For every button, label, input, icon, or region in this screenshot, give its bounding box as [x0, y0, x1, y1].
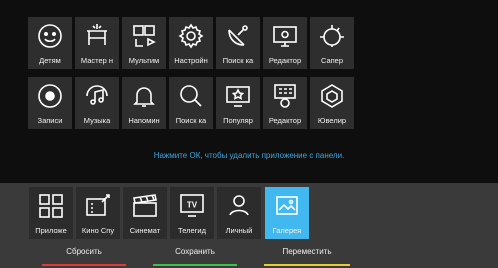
tv-guide-icon: TV — [180, 194, 204, 217]
panel-label: Синемат — [129, 226, 161, 235]
move-button[interactable]: Переместить — [264, 247, 350, 267]
app-tile-search[interactable]: Поиск ка — [169, 77, 213, 129]
app-tile-settings[interactable]: Настройн — [169, 17, 213, 69]
music-icon — [86, 85, 108, 105]
editor-grid-icon — [274, 84, 296, 108]
panel-label: Телегид — [178, 226, 206, 235]
app-tile-master[interactable]: Мастер н — [75, 17, 119, 69]
red-key-indicator — [42, 264, 126, 266]
save-button-label: Сохранить — [175, 247, 215, 256]
reset-button-label: Сбросить — [66, 247, 102, 256]
app-label: Редактор — [268, 56, 302, 65]
panel-label: Кино Спу — [81, 226, 115, 235]
app-label: Записи — [37, 116, 63, 125]
app-tile-records[interactable]: Записи — [28, 77, 72, 129]
panel-tile-tv-guide[interactable]: TV Телегид — [170, 187, 214, 239]
popular-icon — [226, 86, 250, 107]
kids-icon — [38, 24, 62, 48]
app-label: Поиск ка — [175, 116, 207, 125]
app-tile-multimedia[interactable]: Мультим — [122, 17, 166, 69]
app-label: Ювелир — [317, 116, 347, 125]
app-tile-minesweeper[interactable]: Сапер — [310, 17, 354, 69]
app-label: Редактор — [268, 116, 302, 125]
apps-area: Детям Мастер н Мультим Настройн Поиск ка… — [0, 0, 498, 183]
master-icon — [87, 24, 107, 45]
yellow-key-indicator — [264, 264, 350, 266]
panel-label: Личный — [225, 226, 253, 235]
app-tile-satellite-search[interactable]: Поиск ка — [216, 17, 260, 69]
panel-label: Галерея — [272, 226, 302, 235]
favorites-panel: Приложе Кино Спу Синемат TV Телегид Личн… — [0, 183, 498, 268]
bell-icon — [133, 87, 155, 107]
hint-text: Нажмите ОК, чтобы удалить приложение с п… — [153, 151, 345, 160]
minesweeper-icon — [320, 25, 344, 47]
panel-tile-cinematheque[interactable]: Синемат — [123, 187, 167, 239]
app-label: Популяр — [223, 116, 253, 125]
record-icon — [38, 84, 62, 108]
app-tile-kids[interactable]: Детям — [28, 17, 72, 69]
app-label: Детям — [39, 56, 61, 65]
app-label: Сапер — [320, 56, 344, 65]
svg-text:TV: TV — [187, 201, 198, 210]
panel-label: Приложе — [35, 226, 67, 235]
editor-tv-icon — [273, 26, 297, 47]
gallery-icon — [276, 196, 298, 215]
save-button[interactable]: Сохранить — [153, 247, 237, 267]
clapperboard-icon — [133, 194, 157, 217]
user-icon — [229, 195, 249, 216]
app-label: Настройн — [174, 56, 208, 65]
app-label: Мультим — [128, 56, 160, 65]
app-tile-jeweler[interactable]: Ювелир — [310, 77, 354, 129]
app-tile-editor[interactable]: Редактор — [263, 17, 307, 69]
settings-gear-icon — [178, 23, 204, 49]
app-tile-reminders[interactable]: Напомин — [122, 77, 166, 129]
panel-tile-cinema-sputnik[interactable]: Кино Спу — [76, 187, 120, 239]
multimedia-icon — [133, 25, 156, 47]
panel-tile-personal[interactable]: Личный — [217, 187, 261, 239]
app-label: Поиск ка — [222, 56, 254, 65]
jewel-icon — [321, 84, 343, 108]
move-button-label: Переместить — [282, 247, 332, 256]
satellite-search-icon — [228, 25, 248, 46]
app-label: Музыка — [83, 116, 111, 125]
panel-tile-apps[interactable]: Приложе — [29, 187, 73, 239]
apps-grid-icon — [39, 194, 63, 218]
app-label: Мастер н — [80, 56, 114, 65]
cinema-sputnik-icon — [86, 194, 110, 216]
green-key-indicator — [153, 264, 237, 266]
app-tile-editor-2[interactable]: Редактор — [263, 77, 307, 129]
search-icon — [180, 85, 202, 107]
app-tile-popular[interactable]: Популяр — [216, 77, 260, 129]
panel-tile-gallery[interactable]: Галерея — [265, 187, 309, 239]
app-tile-music[interactable]: Музыка — [75, 77, 119, 129]
reset-button[interactable]: Сбросить — [42, 247, 126, 267]
app-label: Напомин — [128, 116, 160, 125]
